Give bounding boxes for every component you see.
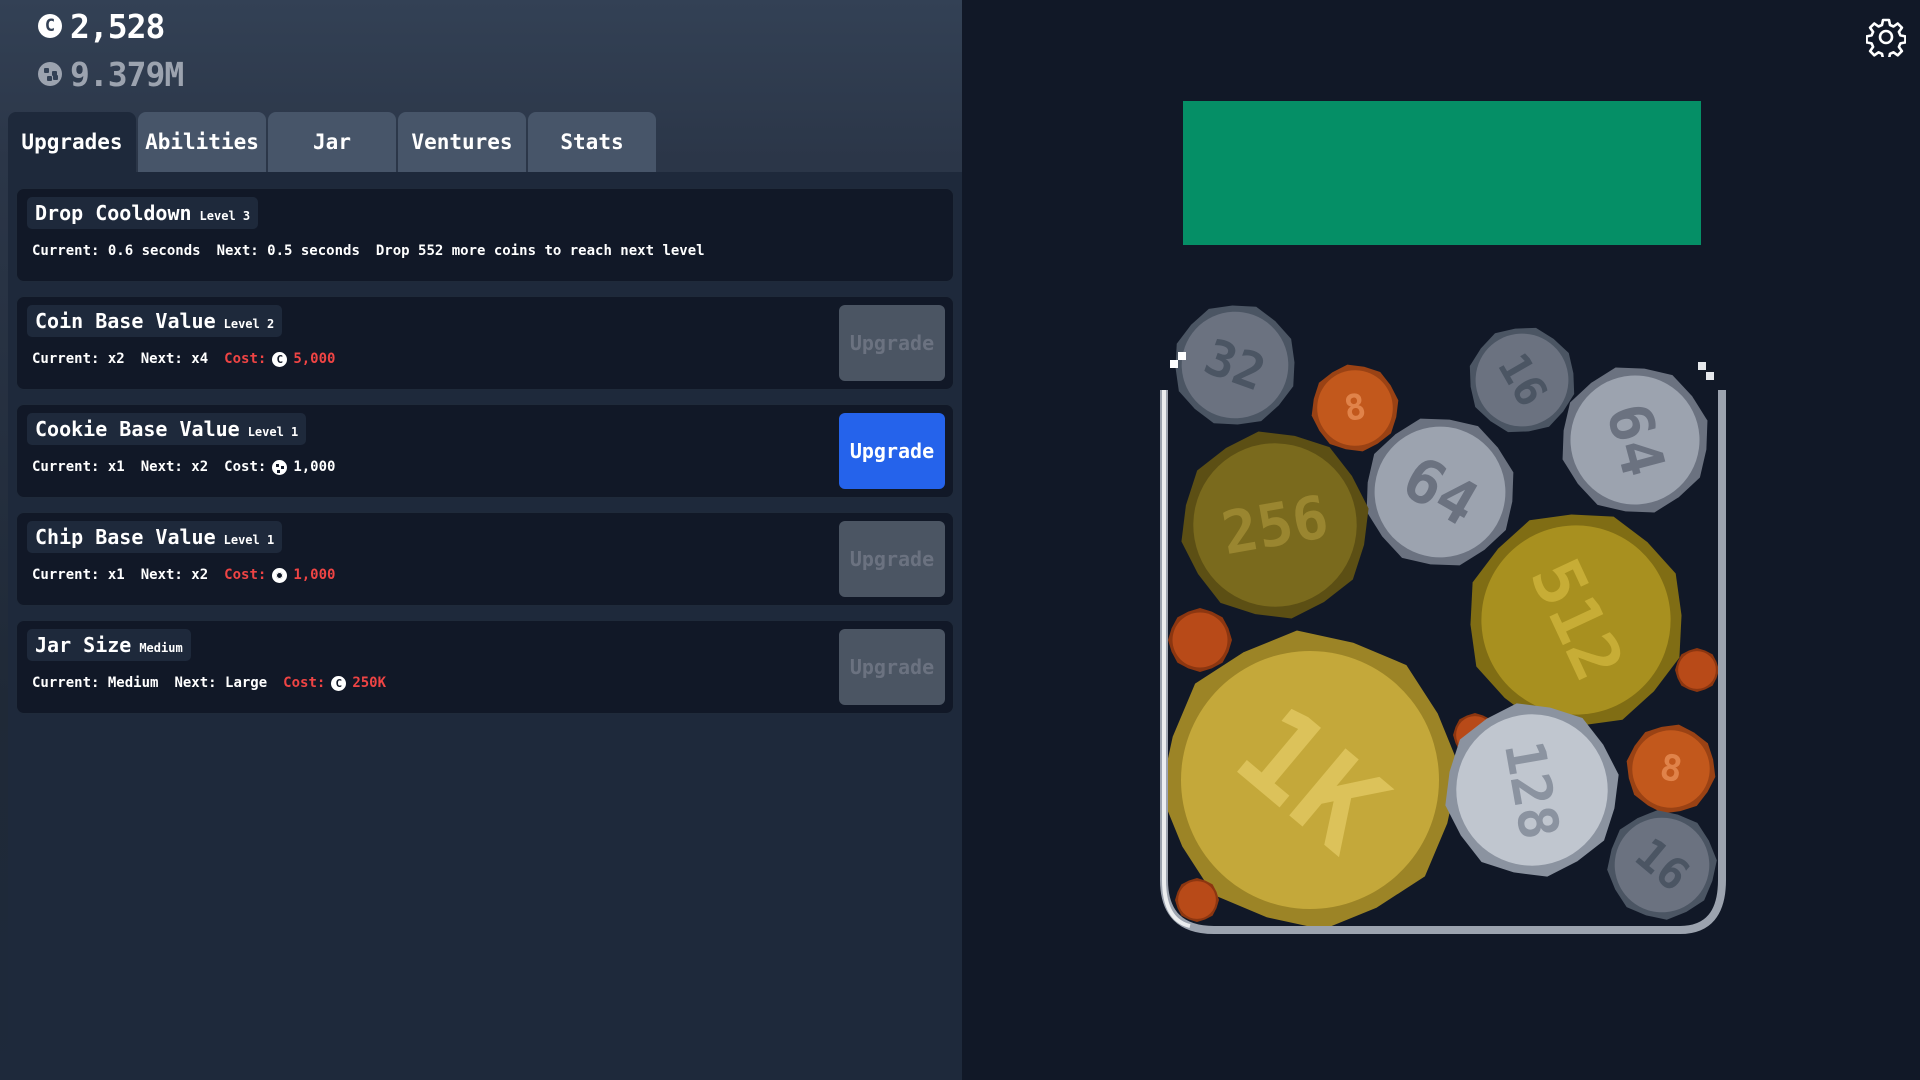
gear-icon[interactable]: [1866, 17, 1906, 57]
coin-face: [1178, 881, 1216, 919]
upgrade-level: Level 1: [247, 425, 299, 439]
upgrade-cookie-base-value: Cookie Base Value Level 1 Current: x1 Ne…: [16, 404, 954, 498]
jar-coin: 32: [1175, 305, 1295, 425]
tab-upgrades[interactable]: Upgrades: [8, 112, 136, 172]
next-value: Next: Large: [174, 675, 268, 691]
tab-stats[interactable]: Stats: [528, 112, 656, 172]
cost-label: Cost:: [224, 459, 267, 475]
upgrade-title: Drop Cooldown Level 3: [27, 197, 259, 229]
upgrade-level: Level 1: [223, 533, 275, 547]
tab-abilities[interactable]: Abilities: [138, 112, 266, 172]
upgrade-cost: Cost: 250K: [283, 675, 386, 691]
upgrade-jar-size: Jar Size Medium Current: Medium Next: La…: [16, 620, 954, 714]
upgrade-details: Current: 0.6 seconds Next: 0.5 seconds D…: [32, 239, 705, 263]
upgrade-details: Current: x2 Next: x4 Cost: 5,000: [32, 347, 335, 371]
upgrade-drop-cooldown: Drop Cooldown Level 3 Current: 0.6 secon…: [16, 188, 954, 282]
upgrade-title: Cookie Base Value Level 1: [27, 413, 307, 445]
current-value: Current: x1: [32, 459, 125, 475]
upgrade-level: Medium: [139, 641, 183, 655]
upgrade-name: Cookie Base Value: [35, 417, 240, 441]
tab-ventures[interactable]: Ventures: [398, 112, 526, 172]
tab-bar: Upgrades Abilities Jar Ventures Stats: [8, 112, 656, 172]
upgrade-name: Coin Base Value: [35, 309, 216, 333]
upgrade-cost: Cost: 5,000: [224, 351, 335, 367]
left-panel: 2,528 9.379M Upgrades Abilities Jar Vent…: [0, 0, 962, 1080]
current-value: Current: x2: [32, 351, 125, 367]
upgrade-button[interactable]: Upgrade: [839, 305, 945, 381]
jar-coin: 8: [1626, 724, 1716, 814]
cost-label: Cost:: [224, 567, 267, 583]
cost-value: 1,000: [293, 567, 336, 583]
upgrade-cost: Cost: 1,000: [224, 459, 335, 475]
cookie-icon: [38, 62, 62, 86]
cost-label: Cost:: [283, 675, 326, 691]
upgrade-name: Drop Cooldown: [35, 201, 192, 225]
next-value: Next: x2: [140, 567, 209, 583]
cookie-balance: 9.379M: [38, 52, 184, 96]
cost-label: Cost:: [224, 351, 267, 367]
coin-amount: 2,528: [70, 6, 165, 46]
cost-value: 1,000: [293, 459, 336, 475]
upgrade-button[interactable]: Upgrade: [839, 629, 945, 705]
cookie-amount: 9.379M: [70, 54, 184, 94]
upgrade-cost: Cost: 1,000: [224, 567, 335, 583]
current-value: Current: 0.6 seconds: [32, 243, 201, 259]
upgrade-details: Current: x1 Next: x2 Cost: 1,000: [32, 455, 335, 479]
cost-value: 5,000: [293, 351, 336, 367]
next-value: Next: x4: [140, 351, 209, 367]
coin-balance: 2,528: [38, 4, 165, 48]
upgrade-name: Jar Size: [35, 633, 132, 657]
upgrade-name: Chip Base Value: [35, 525, 216, 549]
progress-note: Drop 552 more coins to reach next level: [375, 243, 705, 259]
jar-coin: [1168, 608, 1232, 672]
current-value: Current: x1: [32, 567, 125, 583]
cost-value: 250K: [352, 675, 387, 691]
upgrade-button[interactable]: Upgrade: [839, 521, 945, 597]
tab-jar[interactable]: Jar: [268, 112, 396, 172]
game-screen: 2,528 9.379M Upgrades Abilities Jar Vent…: [0, 0, 1920, 1080]
upgrade-level: Level 3: [199, 209, 251, 223]
chip-icon: [272, 567, 288, 583]
upgrade-details: Current: Medium Next: Large Cost: 250K: [32, 671, 386, 695]
coin-icon: [331, 675, 347, 691]
coin-drop-zone[interactable]: [1183, 101, 1701, 245]
upgrade-button[interactable]: Upgrade: [839, 413, 945, 489]
coin-icon: [272, 351, 288, 367]
current-value: Current: Medium: [32, 675, 159, 691]
coin-jar: 328 1664642565121K 128 816: [1160, 305, 1726, 934]
upgrade-level: Level 2: [223, 317, 275, 331]
coin-face: [1172, 612, 1228, 668]
next-value: Next: 0.5 seconds: [216, 243, 360, 259]
jar-coin: [1175, 878, 1219, 922]
upgrade-coin-base-value: Coin Base Value Level 2 Current: x2 Next…: [16, 296, 954, 390]
next-value: Next: x2: [140, 459, 209, 475]
coin-icon: [38, 14, 62, 38]
cookie-icon: [272, 459, 288, 475]
jar-coin: [1675, 648, 1719, 692]
coin-face: [1678, 651, 1716, 689]
upgrade-chip-base-value: Chip Base Value Level 1 Current: x1 Next…: [16, 512, 954, 606]
upgrade-details: Current: x1 Next: x2 Cost: 1,000: [32, 563, 335, 587]
upgrade-title: Coin Base Value Level 2: [27, 305, 283, 337]
upgrade-title: Jar Size Medium: [27, 629, 191, 661]
upgrades-list: Drop Cooldown Level 3 Current: 0.6 secon…: [8, 172, 962, 1080]
upgrade-title: Chip Base Value Level 1: [27, 521, 283, 553]
